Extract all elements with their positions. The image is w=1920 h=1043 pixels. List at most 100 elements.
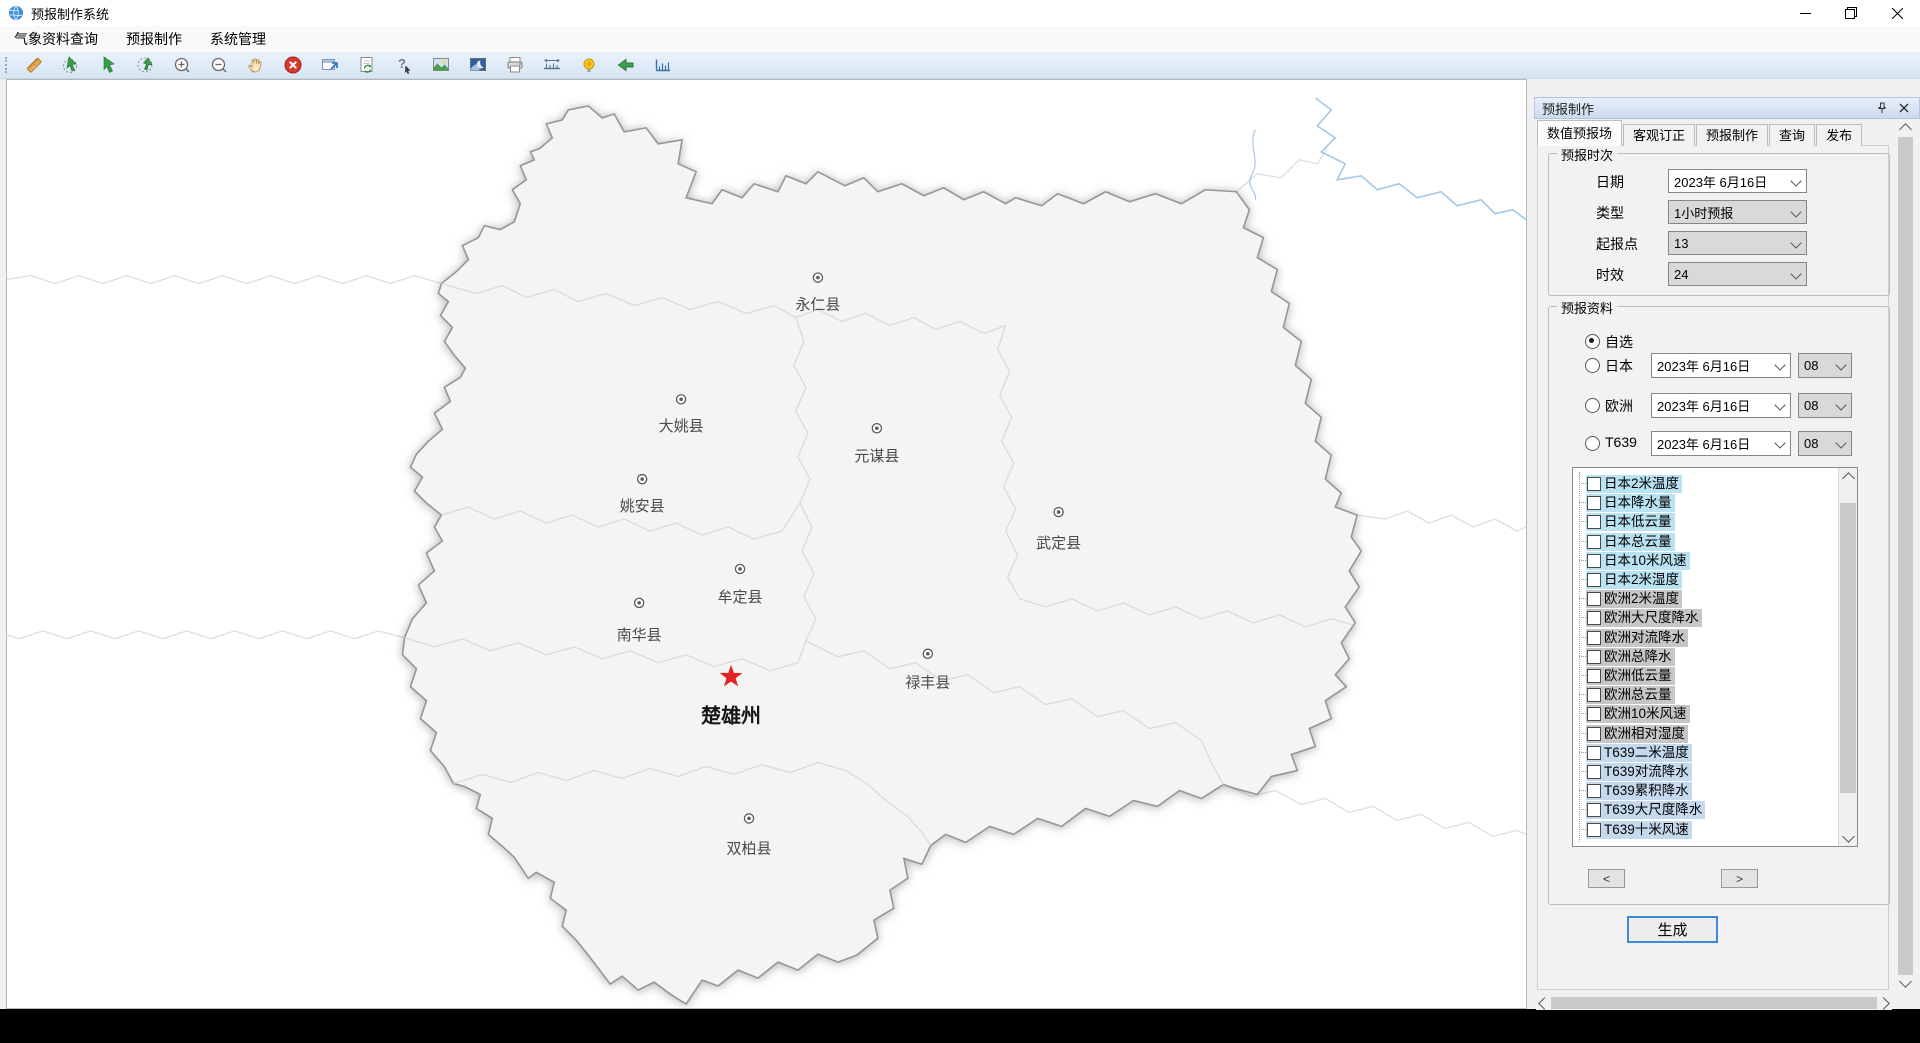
element-item-15[interactable]: T639对流降水 xyxy=(1573,762,1692,781)
image-icon[interactable] xyxy=(431,55,451,75)
element-checkbox[interactable] xyxy=(1587,707,1601,721)
element-item-7[interactable]: 欧洲大尺度降水 xyxy=(1573,608,1702,627)
element-checkbox[interactable] xyxy=(1587,535,1601,549)
element-checkbox[interactable] xyxy=(1587,669,1601,683)
element-item-3[interactable]: 日本总云量 xyxy=(1573,532,1675,551)
element-item-4[interactable]: 日本10米风速 xyxy=(1573,551,1690,570)
list-scrollbar[interactable] xyxy=(1838,468,1857,846)
menu-item-1[interactable]: 预报制作 xyxy=(112,27,196,51)
element-checkbox[interactable] xyxy=(1587,496,1601,510)
window-export-icon[interactable] xyxy=(320,55,340,75)
stop-icon[interactable] xyxy=(283,55,303,75)
panel-scroll-down-icon[interactable] xyxy=(1897,975,1914,991)
tab-0[interactable]: 数值预报场 xyxy=(1537,120,1622,146)
element-checkbox[interactable] xyxy=(1587,765,1601,779)
element-item-5[interactable]: 日本2米湿度 xyxy=(1573,570,1682,589)
tab-4[interactable]: 发布 xyxy=(1816,124,1862,146)
pin-icon[interactable] xyxy=(1874,100,1890,116)
element-checkbox[interactable] xyxy=(1587,631,1601,645)
element-checkbox[interactable] xyxy=(1587,803,1601,817)
scroll-up-icon[interactable] xyxy=(1839,468,1857,484)
zoom-out-icon[interactable] xyxy=(209,55,229,75)
element-item-2[interactable]: 日本低云量 xyxy=(1573,512,1675,531)
field-combo-3[interactable]: 24 xyxy=(1668,262,1807,286)
menu-item-0[interactable]: 气象资料查询 xyxy=(0,27,112,51)
help-pointer-icon[interactable]: ? xyxy=(394,55,414,75)
rotate-circle-icon[interactable] xyxy=(135,55,155,75)
source-radio-0[interactable] xyxy=(1585,334,1600,349)
axis-ticks-icon[interactable] xyxy=(653,55,673,75)
element-checkbox[interactable] xyxy=(1587,477,1601,491)
image-night-icon[interactable] xyxy=(468,55,488,75)
element-item-8[interactable]: 欧洲对流降水 xyxy=(1573,628,1688,647)
select-circle-icon[interactable] xyxy=(61,55,81,75)
panel-scroll-right-icon[interactable] xyxy=(1878,996,1892,1010)
source-radio-3[interactable] xyxy=(1585,436,1600,451)
map-area[interactable]: 永仁县大姚县元谋县姚安县武定县牟定县南华县禄丰县双柏县楚雄州 xyxy=(6,79,1527,1009)
panel-scroll-up-icon[interactable] xyxy=(1897,119,1914,135)
zoom-in-icon[interactable] xyxy=(172,55,192,75)
panel-close-icon[interactable] xyxy=(1896,100,1912,116)
source-date-combo-3[interactable]: 2023年 6月16日 xyxy=(1651,431,1791,456)
field-combo-1[interactable]: 1小时预报 xyxy=(1668,200,1807,224)
tab-1[interactable]: 客观订正 xyxy=(1623,124,1695,146)
element-item-1[interactable]: 日本降水量 xyxy=(1573,493,1675,512)
source-date-combo-1[interactable]: 2023年 6月16日 xyxy=(1651,353,1791,378)
element-item-9[interactable]: 欧洲总降水 xyxy=(1573,647,1675,666)
element-checkbox[interactable] xyxy=(1587,650,1601,664)
ruler-icon[interactable] xyxy=(24,55,44,75)
element-item-11[interactable]: 欧洲总云量 xyxy=(1573,685,1675,704)
tab-3[interactable]: 查询 xyxy=(1769,124,1815,146)
element-checkbox[interactable] xyxy=(1587,727,1601,741)
element-checkbox[interactable] xyxy=(1587,573,1601,587)
panel-splitter[interactable] xyxy=(1527,79,1534,1009)
printer-icon[interactable] xyxy=(505,55,525,75)
list-scroll-thumb[interactable] xyxy=(1840,503,1856,793)
source-hour-combo-3[interactable]: 08 xyxy=(1798,431,1852,456)
element-item-12[interactable]: 欧洲10米风速 xyxy=(1573,704,1690,723)
pan-hand-icon[interactable] xyxy=(246,55,266,75)
element-checkbox[interactable] xyxy=(1587,592,1601,606)
element-item-16[interactable]: T639累积降水 xyxy=(1573,781,1692,800)
bulb-icon[interactable] xyxy=(579,55,599,75)
element-checkbox[interactable] xyxy=(1587,554,1601,568)
panel-vertical-scrollbar[interactable] xyxy=(1897,119,1914,991)
close-button[interactable] xyxy=(1874,0,1920,26)
element-item-6[interactable]: 欧洲2米温度 xyxy=(1573,589,1682,608)
next-button[interactable]: > xyxy=(1721,869,1758,888)
generate-button[interactable]: 生成 xyxy=(1627,916,1718,943)
element-checkbox[interactable] xyxy=(1587,823,1601,837)
element-checkbox[interactable] xyxy=(1587,515,1601,529)
source-radio-2[interactable] xyxy=(1585,398,1600,413)
element-item-0[interactable]: 日本2米温度 xyxy=(1573,474,1682,493)
element-item-18[interactable]: T639十米风速 xyxy=(1573,820,1692,839)
restore-button[interactable] xyxy=(1828,0,1874,26)
element-checkbox[interactable] xyxy=(1587,611,1601,625)
pointer-icon[interactable] xyxy=(98,55,118,75)
back-arrow-icon[interactable] xyxy=(616,55,636,75)
element-checkbox[interactable] xyxy=(1587,688,1601,702)
panel-scroll-left-icon[interactable] xyxy=(1536,996,1550,1010)
source-hour-combo-1[interactable]: 08 xyxy=(1798,353,1852,378)
panel-hscroll-thumb[interactable] xyxy=(1551,997,1877,1009)
panel-horizontal-scrollbar[interactable] xyxy=(1536,996,1892,1010)
prev-button[interactable]: < xyxy=(1588,869,1625,888)
minimize-button[interactable] xyxy=(1782,0,1828,26)
element-checkbox[interactable] xyxy=(1587,784,1601,798)
measure-icon[interactable] xyxy=(542,55,562,75)
source-hour-combo-2[interactable]: 08 xyxy=(1798,393,1852,418)
source-radio-1[interactable] xyxy=(1585,358,1600,373)
tab-2[interactable]: 预报制作 xyxy=(1696,124,1768,146)
field-combo-2[interactable]: 13 xyxy=(1668,231,1807,255)
element-item-14[interactable]: T639二米温度 xyxy=(1573,743,1692,762)
element-checkbox[interactable] xyxy=(1587,746,1601,760)
element-item-10[interactable]: 欧洲低云量 xyxy=(1573,666,1675,685)
element-item-13[interactable]: 欧洲相对湿度 xyxy=(1573,724,1688,743)
doc-refresh-icon[interactable] xyxy=(357,55,377,75)
source-date-combo-2[interactable]: 2023年 6月16日 xyxy=(1651,393,1791,418)
element-item-17[interactable]: T639大尺度降水 xyxy=(1573,800,1705,819)
menu-item-2[interactable]: 系统管理 xyxy=(196,27,280,51)
field-combo-0[interactable]: 2023年 6月16日 xyxy=(1668,169,1807,193)
panel-scroll-thumb[interactable] xyxy=(1898,137,1913,975)
scroll-down-icon[interactable] xyxy=(1839,830,1857,846)
